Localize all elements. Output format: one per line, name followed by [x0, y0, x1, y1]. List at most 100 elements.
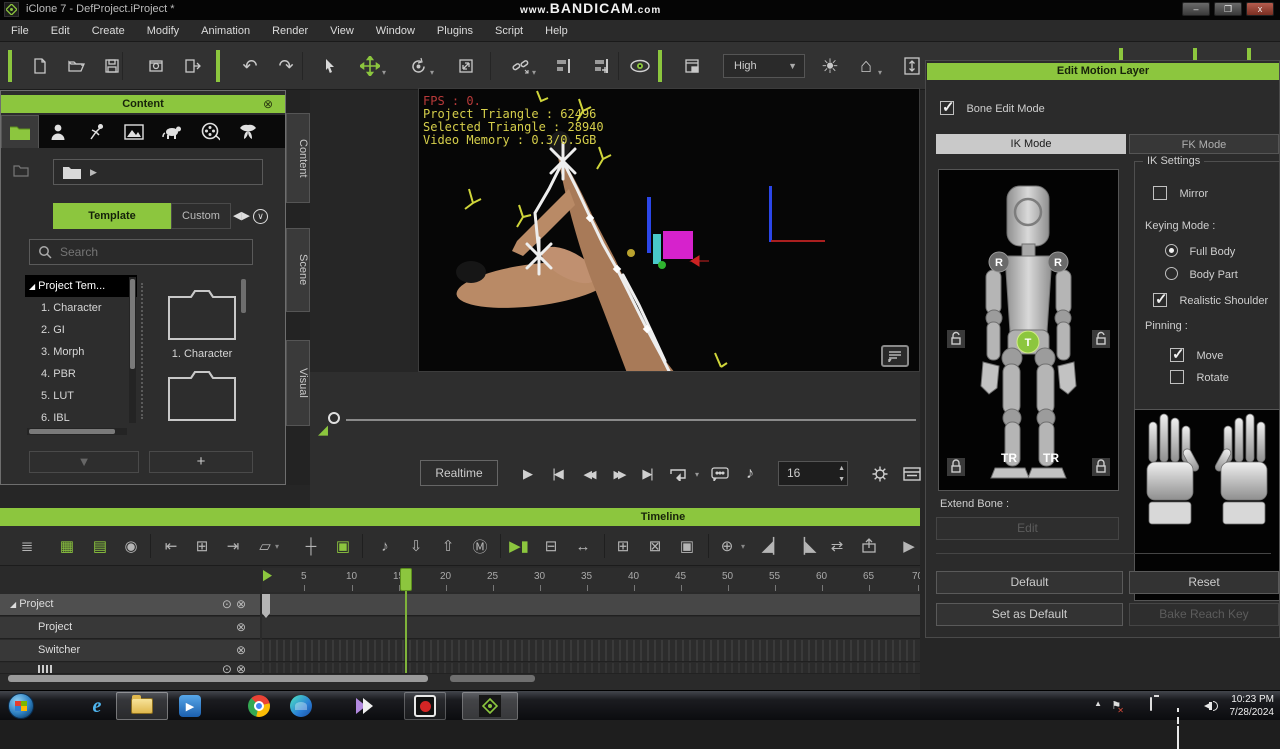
- marker-icon[interactable]: Ⓜ: [467, 534, 493, 558]
- frame-range-icon[interactable]: ▣: [674, 534, 700, 558]
- loop-mode-icon[interactable]: [664, 462, 692, 486]
- track-collapse-icon[interactable]: ⊙: [222, 597, 236, 611]
- body-part-radio[interactable]: [1165, 267, 1178, 280]
- menu-create[interactable]: Create: [81, 20, 136, 42]
- viewport-3d[interactable]: FPS : 0. Project Triangle : 62496 Select…: [418, 88, 920, 372]
- dock-tab-content[interactable]: Content: [286, 113, 310, 203]
- breadcrumb[interactable]: ▶: [53, 159, 263, 185]
- menu-view[interactable]: View: [319, 20, 365, 42]
- flag-down-icon[interactable]: ⇩: [403, 534, 429, 558]
- tab-menu-icon[interactable]: ∨: [253, 209, 268, 224]
- track-content-switcher[interactable]: [262, 640, 920, 662]
- track-content-project[interactable]: [262, 617, 920, 639]
- spin-up-icon[interactable]: ▲: [838, 465, 845, 472]
- next-key-icon[interactable]: ⇥: [220, 534, 246, 558]
- search-input[interactable]: [60, 245, 230, 259]
- move-tool-dropdown[interactable]: ▾: [382, 68, 386, 77]
- flag-up-icon[interactable]: ⇧: [435, 534, 461, 558]
- tree-horizontal-scrollbar[interactable]: [27, 428, 127, 435]
- tab-template[interactable]: Template: [53, 203, 171, 229]
- fast-forward-icon[interactable]: ▶▶: [604, 462, 632, 486]
- new-project-icon[interactable]: [26, 52, 54, 80]
- import-icon[interactable]: [178, 52, 206, 80]
- add-key-icon[interactable]: ⊞: [189, 534, 215, 558]
- timeline-play-icon[interactable]: ▶: [896, 534, 922, 558]
- taskbar-media-player[interactable]: ▶: [177, 693, 203, 719]
- tray-expand-icon[interactable]: ▲: [1094, 699, 1102, 708]
- bone-edit-mode-row[interactable]: Bone Edit Mode: [940, 99, 1045, 117]
- include-motion-icon[interactable]: ▤: [87, 534, 113, 558]
- fit-range-icon[interactable]: ⇄: [824, 534, 850, 558]
- panel-splitter[interactable]: [141, 283, 143, 419]
- taskbar-chrome[interactable]: [246, 693, 272, 719]
- play-button-icon[interactable]: ▶: [516, 462, 540, 486]
- rotate-tool-dropdown[interactable]: ▾: [430, 68, 434, 77]
- category-props-icon[interactable]: [229, 115, 267, 148]
- pelvis-badge[interactable]: T: [1025, 337, 1032, 349]
- expand-corner-icon[interactable]: ◢: [318, 422, 328, 438]
- delete-frame-icon[interactable]: ⊠: [642, 534, 668, 558]
- link-tool-icon[interactable]: [506, 52, 534, 80]
- pin-move-checkbox[interactable]: [1170, 348, 1184, 362]
- tab-scroll-right-icon[interactable]: ▶: [241, 210, 249, 222]
- tab-custom[interactable]: Custom: [171, 203, 231, 229]
- maximize-button[interactable]: ❐: [1214, 2, 1242, 16]
- align-first-icon[interactable]: ◢▏: [760, 534, 786, 558]
- foot-left-badge[interactable]: TR: [1001, 451, 1017, 465]
- category-folder-tab[interactable]: [1, 115, 39, 148]
- tab-ik-mode[interactable]: IK Mode: [936, 134, 1126, 154]
- break-clip-icon[interactable]: ┼: [298, 534, 324, 558]
- menu-edit[interactable]: Edit: [40, 20, 81, 42]
- tray-network-icon[interactable]: [1177, 700, 1180, 749]
- mirror-checkbox[interactable]: [1153, 186, 1167, 200]
- annotation-bubble-icon[interactable]: [881, 345, 909, 367]
- taskbar-internet-explorer[interactable]: e: [84, 693, 110, 719]
- track-close-icon[interactable]: ⊗: [236, 597, 250, 611]
- mirror-row[interactable]: Mirror: [1153, 184, 1208, 202]
- tab-fk-mode[interactable]: FK Mode: [1129, 134, 1279, 154]
- taskbar-bandicam[interactable]: [412, 693, 438, 719]
- loop-mode-dropdown[interactable]: ▾: [692, 462, 702, 486]
- spin-down-icon[interactable]: ▼: [838, 476, 845, 483]
- add-content-button[interactable]: +: [149, 451, 253, 473]
- playback-settings-gear-icon[interactable]: [866, 462, 894, 486]
- last-frame-icon[interactable]: ▶|: [634, 462, 660, 486]
- search-box[interactable]: [29, 239, 253, 265]
- track-row-switcher[interactable]: Switcher ⊗: [0, 640, 260, 662]
- collect-clip-icon[interactable]: ▦: [54, 534, 80, 558]
- tree-item-lut[interactable]: 5. LUT: [25, 385, 137, 407]
- pin-move-row[interactable]: Move: [1170, 346, 1223, 364]
- body-bone-picker[interactable]: R R T TR TR: [938, 169, 1119, 491]
- extend-bone-edit-button[interactable]: Edit: [936, 517, 1119, 540]
- clip-stretch-icon[interactable]: ⊟: [538, 534, 564, 558]
- caption-icon[interactable]: [706, 462, 734, 486]
- default-button[interactable]: Default: [936, 571, 1123, 594]
- tree-item-pbr[interactable]: 4. PBR: [25, 363, 137, 385]
- move-tool-icon[interactable]: [356, 52, 384, 80]
- category-animation-icon[interactable]: [77, 115, 115, 148]
- align-last-icon[interactable]: ▕◣: [792, 534, 818, 558]
- set-as-default-button[interactable]: Set as Default: [936, 603, 1123, 626]
- rewind-icon[interactable]: ◀◀: [574, 462, 602, 486]
- track-close-icon[interactable]: ⊗: [236, 620, 250, 634]
- first-frame-icon[interactable]: |◀: [544, 462, 570, 486]
- menu-file[interactable]: File: [0, 20, 40, 42]
- start-button[interactable]: [8, 693, 34, 719]
- thumbnail-scrollbar[interactable]: [241, 279, 248, 339]
- track-content-project-group[interactable]: [262, 594, 920, 616]
- tree-item-character[interactable]: 1. Character: [25, 297, 137, 319]
- object-track-icon[interactable]: ◉: [118, 534, 144, 558]
- thumbnail-folder-character[interactable]: 1. Character: [148, 275, 256, 360]
- motion-panel-header[interactable]: Edit Motion Layer: [927, 63, 1279, 80]
- track-row-project[interactable]: Project ⊗: [0, 617, 260, 639]
- link-track-icon[interactable]: ▶▮: [506, 534, 532, 558]
- menu-modify[interactable]: Modify: [136, 20, 190, 42]
- category-scene-icon[interactable]: [115, 115, 153, 148]
- dock-tab-scene[interactable]: Scene: [286, 228, 310, 312]
- clip-tag-dropdown[interactable]: ▾: [272, 534, 282, 558]
- tree-item-morph[interactable]: 3. Morph: [25, 341, 137, 363]
- category-character-icon[interactable]: [39, 115, 77, 148]
- align-add-icon[interactable]: [588, 52, 616, 80]
- taskbar-kmplayer[interactable]: [352, 693, 378, 719]
- folder-list-icon[interactable]: [13, 163, 31, 179]
